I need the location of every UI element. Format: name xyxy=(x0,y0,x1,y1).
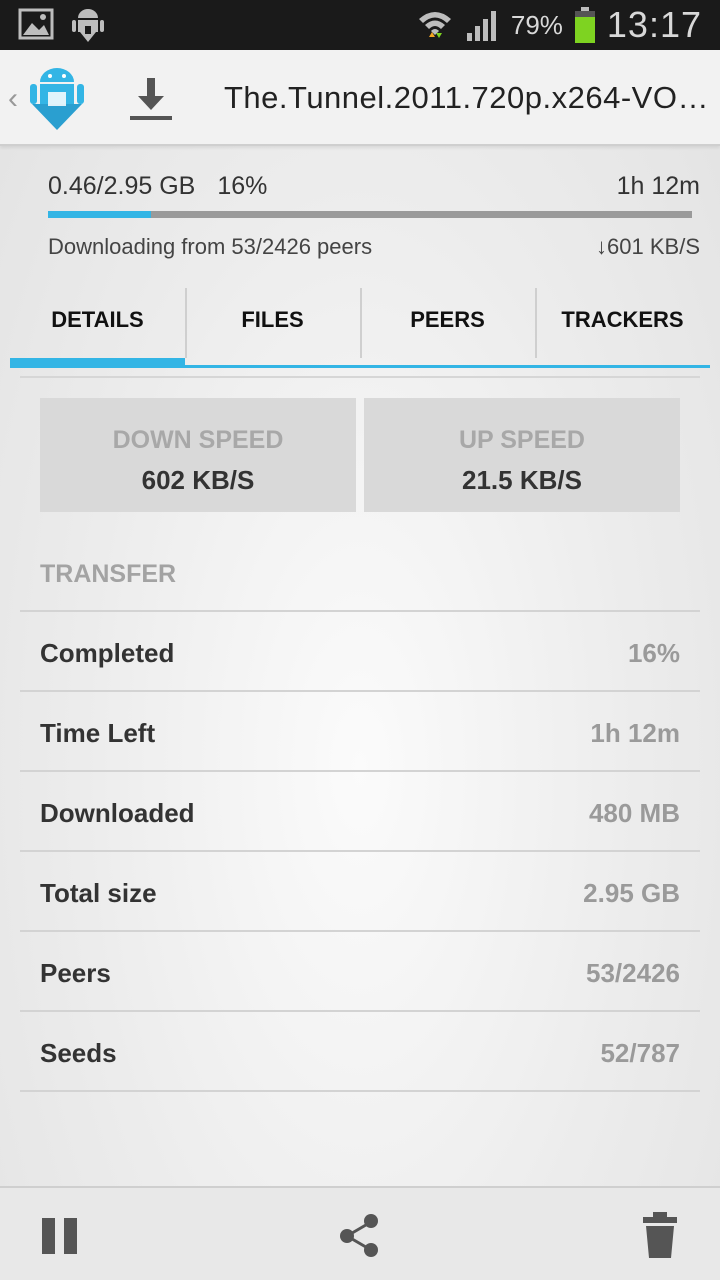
list-item: Completed 16% xyxy=(20,612,700,692)
row-key: Total size xyxy=(40,878,157,908)
size-text: 0.46/2.95 GB xyxy=(48,172,196,200)
list-item: Seeds 52/787 xyxy=(20,1012,700,1092)
row-value: 480 MB xyxy=(588,798,680,828)
up-caret-icon[interactable]: ‹ xyxy=(8,82,18,116)
row-value: 52/787 xyxy=(600,1038,680,1068)
tab-files[interactable]: FILES xyxy=(185,286,360,368)
row-key: Time Left xyxy=(40,718,156,748)
row-key: Completed xyxy=(40,638,175,668)
torrent-title: The.Tunnel.2011.720p.x264-VO… xyxy=(224,80,709,115)
row-value: 2.95 GB xyxy=(583,878,680,908)
divider xyxy=(20,376,700,378)
signal-icon xyxy=(466,11,496,41)
android-download-icon xyxy=(72,9,104,42)
tab-bar: DETAILS FILES PEERS TRACKERS xyxy=(10,286,710,368)
row-key: Downloaded xyxy=(40,798,195,828)
clock: 13:17 xyxy=(606,4,702,45)
list-item: Total size 2.95 GB xyxy=(20,852,700,932)
down-speed-label: DOWN SPEED xyxy=(112,426,284,454)
percent-text: 16% xyxy=(217,172,268,200)
tab-label: TRACKERS xyxy=(561,307,684,332)
progress-bar-fill xyxy=(48,211,152,218)
progress-bar xyxy=(48,211,692,218)
up-speed-value: 21.5 KB/S xyxy=(462,465,582,495)
tab-trackers[interactable]: TRACKERS xyxy=(535,286,710,368)
action-bar: ‹ The.Tunnel.2011.720p.x264-VO… xyxy=(0,50,720,146)
bottom-action-bar xyxy=(0,1186,720,1280)
battery-percent: 79% xyxy=(510,9,563,40)
down-speed-box: DOWN SPEED 602 KB/S xyxy=(40,398,356,512)
download-icon[interactable] xyxy=(126,74,176,122)
tab-label: PEERS xyxy=(410,307,485,332)
app-logo-icon[interactable] xyxy=(26,64,88,132)
up-speed-label: UP SPEED xyxy=(459,426,585,454)
down-speed-value: 602 KB/S xyxy=(141,465,255,495)
list-item: Downloaded 480 MB xyxy=(20,772,700,852)
progress-status: Downloading from 53/2426 peers ↓601 KB/S xyxy=(48,234,700,260)
tab-label: FILES xyxy=(241,307,304,332)
tab-peers[interactable]: PEERS xyxy=(360,286,535,368)
pause-icon[interactable] xyxy=(36,1210,86,1260)
tab-details[interactable]: DETAILS xyxy=(10,286,185,368)
delete-icon[interactable] xyxy=(636,1210,686,1260)
status-bar: 79% 13:17 xyxy=(0,0,720,50)
eta-text: 1h 12m xyxy=(616,172,700,200)
row-key: Seeds xyxy=(40,1038,117,1068)
progress-summary: 0.46/2.95 GB 16% 1h 12m xyxy=(48,172,700,201)
up-speed-box: UP SPEED 21.5 KB/S xyxy=(364,398,680,512)
picture-icon xyxy=(18,8,54,40)
status-text: Downloading from 53/2426 peers xyxy=(48,234,373,259)
battery-icon xyxy=(574,7,595,43)
list-item: Peers 53/2426 xyxy=(20,932,700,1012)
list-item: Time Left 1h 12m xyxy=(20,692,700,772)
share-icon[interactable] xyxy=(335,1210,385,1260)
row-key: Peers xyxy=(40,958,111,988)
transfer-header: TRANSFER xyxy=(40,560,177,588)
tab-label: DETAILS xyxy=(51,307,144,332)
row-value: 53/2426 xyxy=(586,958,680,988)
rate-text: ↓601 KB/S xyxy=(596,234,700,259)
transfer-list: Completed 16% Time Left 1h 12m Downloade… xyxy=(20,612,700,1092)
row-value: 1h 12m xyxy=(590,718,680,748)
wifi-icon xyxy=(418,12,451,38)
row-value: 16% xyxy=(627,638,680,668)
